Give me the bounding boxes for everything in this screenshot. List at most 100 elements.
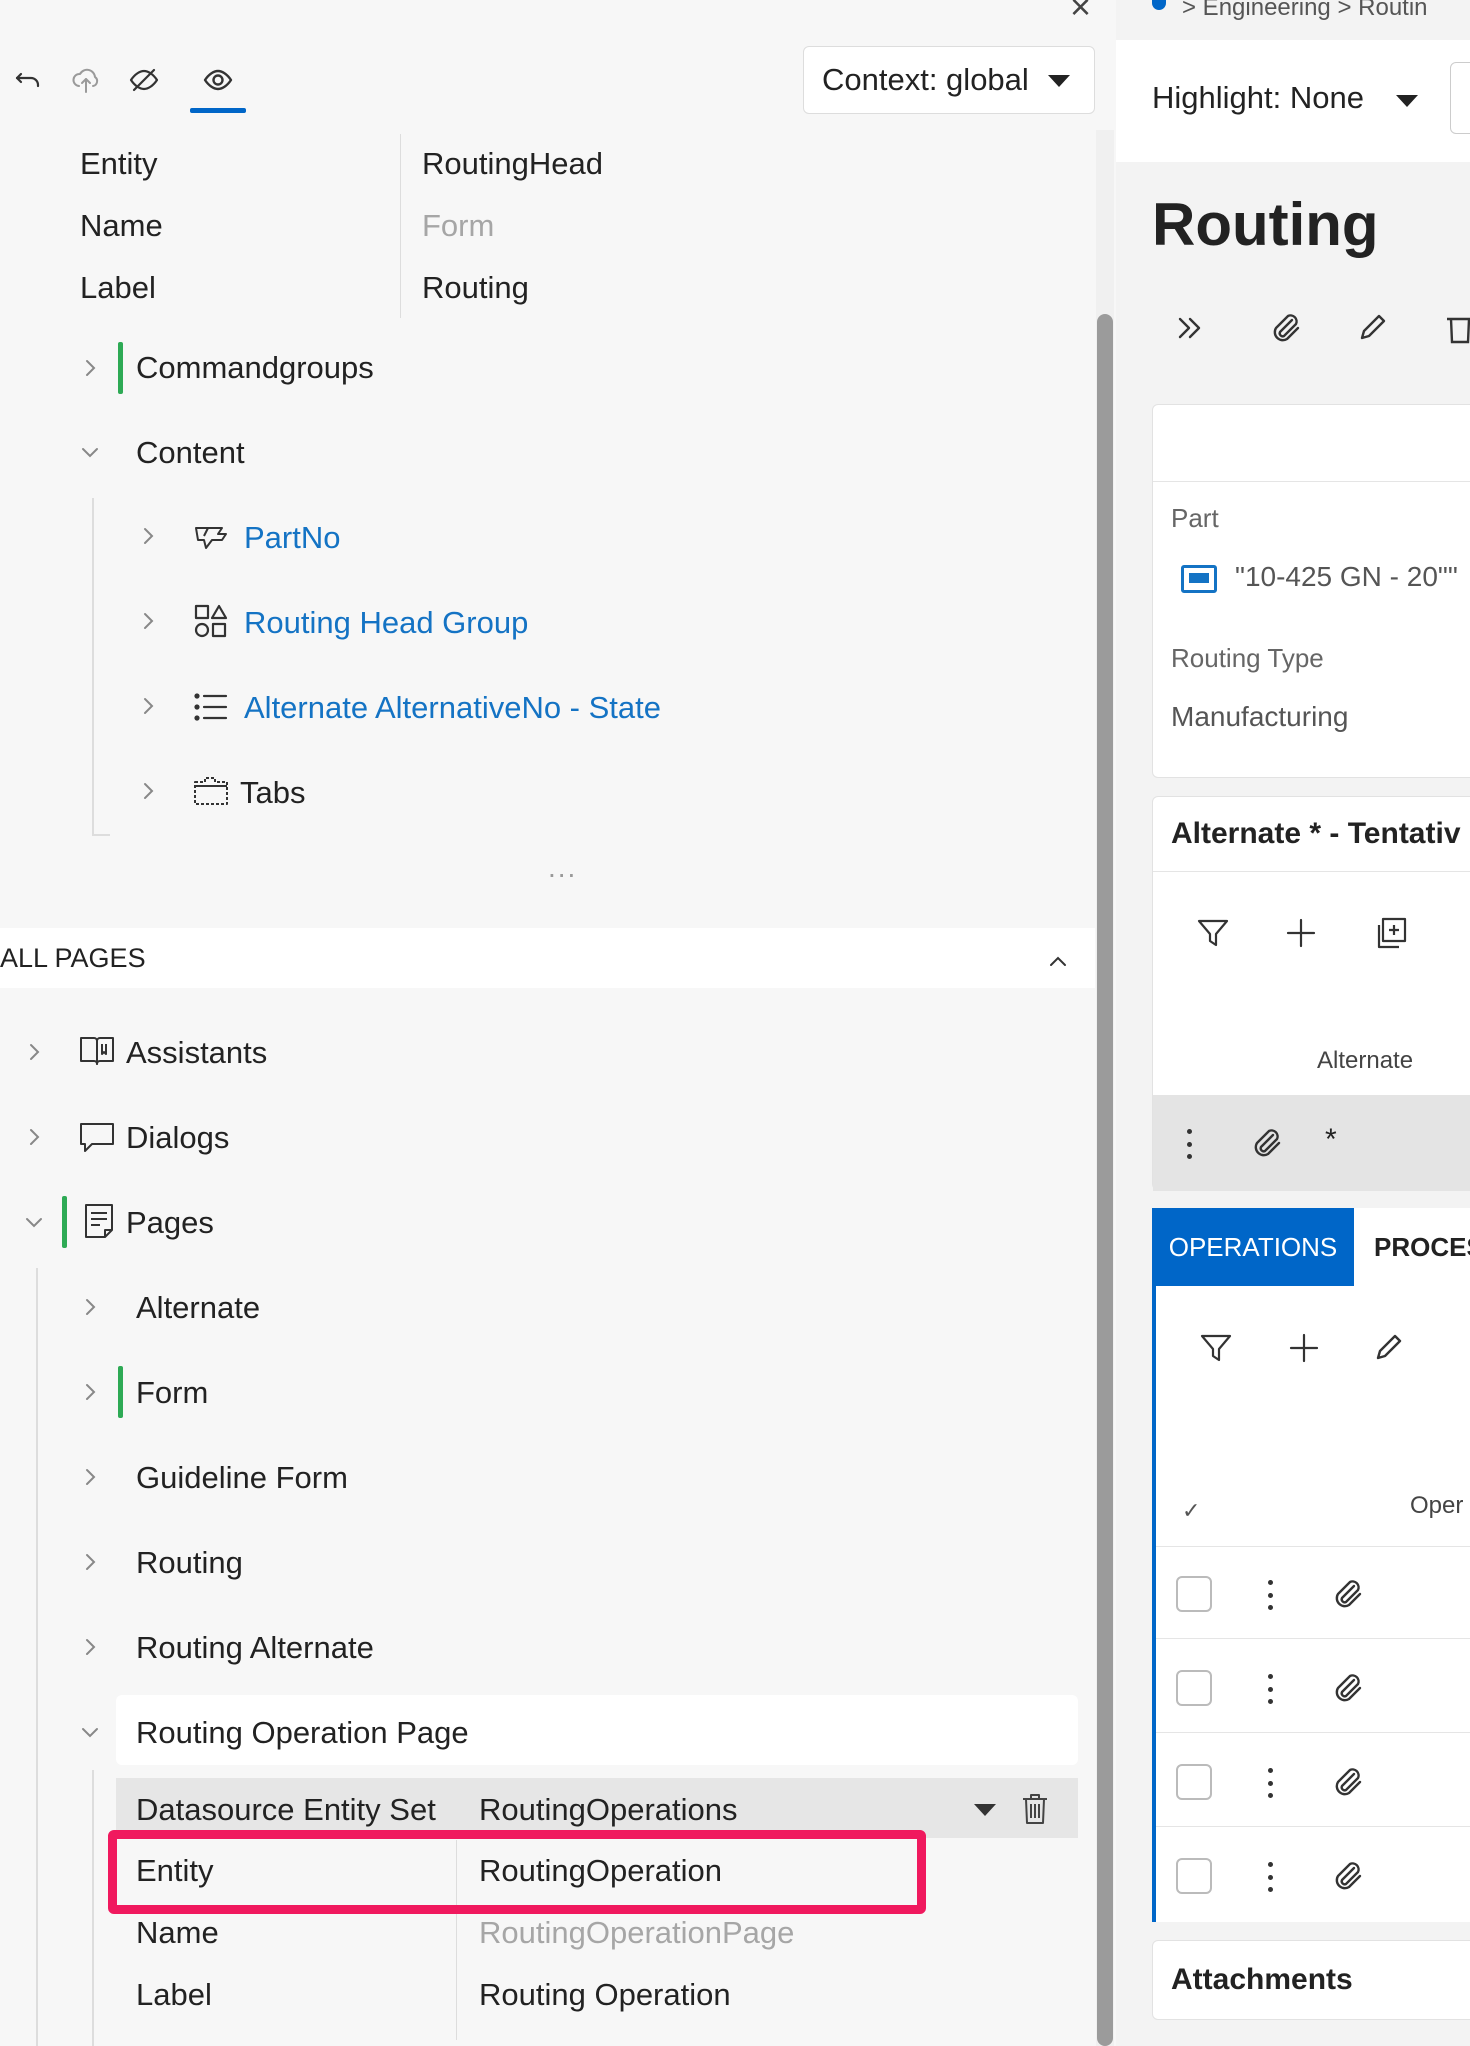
tab-processes[interactable]: PROCES [1374,1208,1470,1286]
upload-cloud-icon[interactable] [64,58,108,102]
prop-value-name[interactable]: RoutingOperationPage [479,1915,794,1951]
undo-icon[interactable] [6,58,50,102]
prop-label-name: Name [136,1915,219,1950]
filter-icon[interactable] [1198,1330,1234,1366]
caret-down-icon[interactable] [1396,95,1418,107]
chevron-right-icon[interactable] [78,1635,102,1659]
attachments-title: Attachments [1171,1963,1353,1996]
tree-item-page-guideline-form[interactable]: Guideline Form [136,1450,348,1506]
chevron-right-icon[interactable] [78,1380,102,1404]
tree-item-page-routing-operation[interactable]: Routing Operation Page [136,1705,469,1761]
more-vertical-icon[interactable] [1266,1768,1274,1798]
chevron-down-icon[interactable] [78,440,102,464]
modified-marker [118,1366,123,1418]
prop-label-entity: Entity [80,146,158,181]
duplicate-icon[interactable] [1373,915,1409,951]
more-vertical-icon[interactable] [1266,1580,1274,1610]
search-field[interactable] [1450,62,1470,134]
tree-item-label: Routing Alternate [136,1630,374,1665]
breadcrumb[interactable]: > Engineering > Routin [1182,0,1428,22]
chevron-down-icon[interactable] [78,1720,102,1744]
double-chevron-right-icon[interactable] [1172,310,1208,346]
tree-item-alternate-state[interactable]: Alternate AlternativeNo - State [244,680,661,736]
pencil-icon[interactable] [1370,1330,1406,1366]
plus-icon[interactable] [1283,915,1319,951]
chevron-right-icon[interactable] [78,1295,102,1319]
eye-icon[interactable] [196,58,240,102]
chevron-right-icon[interactable] [136,609,160,633]
paperclip-icon[interactable] [1249,1125,1285,1161]
tree-item-pages[interactable]: Pages [126,1195,214,1251]
chevron-right-icon[interactable] [136,779,160,803]
tree-guide [92,1770,94,2046]
tree-item-label: Form [136,1375,209,1410]
row-checkbox[interactable] [1176,1576,1212,1612]
select-all-check[interactable]: ✓ [1182,1498,1200,1524]
chevron-right-icon[interactable] [78,1550,102,1574]
tree-item-partno[interactable]: PartNo [244,510,340,566]
chevron-right-icon[interactable] [78,1465,102,1489]
tree-item-page-routing[interactable]: Routing [136,1535,243,1591]
hide-icon[interactable] [122,58,166,102]
tree-guide [92,498,94,836]
chevron-right-icon[interactable] [136,524,160,548]
prop-value-datasource[interactable]: RoutingOperations [479,1792,738,1828]
tree-guide [36,1268,38,2046]
caret-down-icon[interactable] [974,1804,996,1816]
paperclip-icon[interactable] [1330,1670,1366,1706]
prop-value-label[interactable]: Routing Operation [479,1977,731,2013]
scrollbar-thumb[interactable] [1097,314,1113,2046]
plus-icon[interactable] [1286,1330,1322,1366]
tree-item-tabs[interactable]: Tabs [240,765,305,821]
more-vertical-icon[interactable] [1185,1129,1193,1159]
tree-item-page-form[interactable]: Form [136,1365,208,1421]
home-icon[interactable] [1152,0,1166,10]
tree-item-dialogs[interactable]: Dialogs [126,1110,229,1166]
alternate-row[interactable]: * [1153,1095,1470,1191]
tree-item-routing-head-group[interactable]: Routing Head Group [244,595,528,651]
chevron-right-icon[interactable] [78,356,102,380]
chevron-right-icon[interactable] [22,1125,46,1149]
paperclip-icon[interactable] [1268,310,1304,346]
close-icon[interactable]: × [1070,0,1091,28]
filter-icon[interactable] [1195,915,1231,951]
prop-value-name[interactable]: Form [422,208,494,244]
chevron-right-icon[interactable] [22,1040,46,1064]
page-title: Routing [1152,191,1379,258]
paperclip-icon[interactable] [1330,1764,1366,1800]
trash-icon[interactable] [1020,1792,1050,1826]
paperclip-icon[interactable] [1330,1858,1366,1894]
chevron-right-icon[interactable] [136,694,160,718]
list-icon [192,688,230,726]
more-ellipsis[interactable]: ... [548,852,577,884]
tab-bar: OPERATIONS PROCES [1152,1208,1470,1286]
row-checkbox[interactable] [1176,1670,1212,1706]
pencil-icon[interactable] [1354,310,1390,346]
preview-panel: > Engineering > Routin Highlight: None R… [1116,0,1470,2046]
tree-item-content[interactable]: Content [136,425,245,481]
prop-value-label[interactable]: Routing [422,270,529,306]
all-pages-header[interactable]: ALL PAGES [0,928,1095,988]
tree-item-assistants[interactable]: Assistants [126,1025,267,1081]
more-vertical-icon[interactable] [1266,1674,1274,1704]
tree-item-label: Alternate AlternativeNo - State [244,690,662,725]
row-divider [1156,1546,1470,1547]
tab-operations[interactable]: OPERATIONS [1152,1208,1354,1286]
context-dropdown[interactable]: Context: global [803,46,1095,114]
tab-label: PROCES [1374,1231,1470,1262]
highlight-dropdown[interactable]: Highlight: None [1152,80,1364,116]
tree-item-page-routing-alternate[interactable]: Routing Alternate [136,1620,374,1676]
part-value-link[interactable]: "10-425 GN - 20"" [1235,561,1458,593]
more-vertical-icon[interactable] [1266,1862,1274,1892]
row-checkbox[interactable] [1176,1764,1212,1800]
prop-value-entity[interactable]: RoutingHead [422,146,603,182]
part-label: Part [1171,503,1219,533]
tree-item-page-alternate[interactable]: Alternate [136,1280,260,1336]
tree-item-commandgroups[interactable]: Commandgroups [136,340,374,396]
all-pages-title: ALL PAGES [0,942,146,973]
row-checkbox[interactable] [1176,1858,1212,1894]
trash-icon[interactable] [1442,310,1470,346]
paperclip-icon[interactable] [1330,1576,1366,1612]
chevron-up-icon[interactable] [1046,950,1070,974]
chevron-down-icon[interactable] [22,1210,46,1234]
